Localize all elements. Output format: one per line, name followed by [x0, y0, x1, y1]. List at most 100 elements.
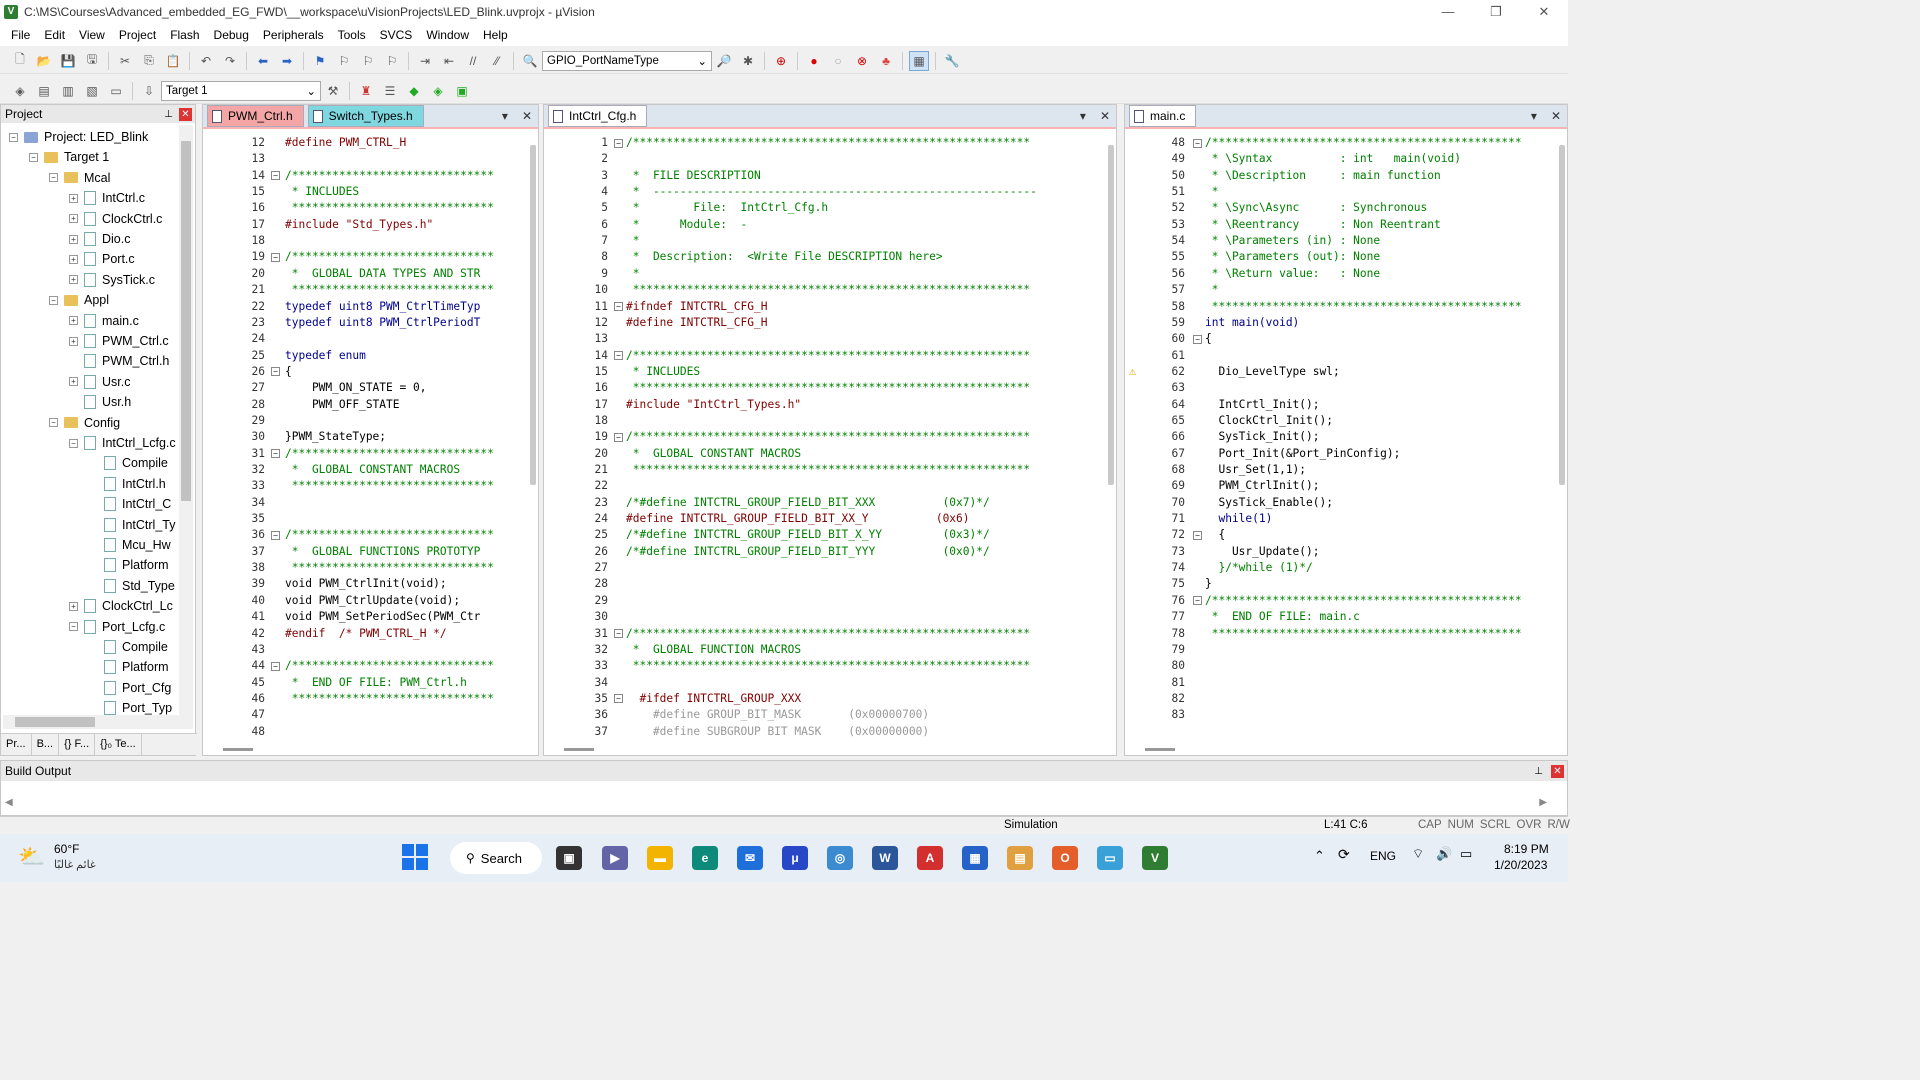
tray-sync-icon[interactable]: ⟳: [1338, 846, 1350, 863]
battery-icon[interactable]: ▭: [1460, 846, 1472, 862]
fold-toggle-icon[interactable]: −: [271, 661, 280, 671]
build-icon[interactable]: ▤: [34, 81, 54, 101]
horizontal-scrollbar[interactable]: [564, 748, 594, 751]
project-panel-tab[interactable]: Pr...: [1, 734, 32, 755]
project-panel-tab[interactable]: {} F...: [59, 734, 96, 755]
translate-icon[interactable]: ◈: [10, 81, 30, 101]
fold-toggle-icon[interactable]: −: [271, 171, 280, 181]
menu-flash[interactable]: Flash: [163, 28, 206, 42]
menu-view[interactable]: View: [72, 28, 112, 42]
tree-item[interactable]: + SysTick.c: [69, 270, 155, 290]
batch-build-icon[interactable]: ▧: [82, 81, 102, 101]
paste-icon[interactable]: 📋: [163, 51, 183, 71]
tree-item[interactable]: Port_Cfg: [89, 678, 171, 698]
tab-list-dropdown-icon[interactable]: ▾: [1080, 109, 1100, 123]
expand-toggle-icon[interactable]: −: [9, 132, 18, 142]
task-view-icon[interactable]: ▣: [556, 846, 582, 870]
cut-icon[interactable]: ✂: [115, 51, 135, 71]
vertical-scrollbar[interactable]: [530, 145, 536, 485]
debug-session-icon[interactable]: ⊕: [771, 51, 791, 71]
tree-item[interactable]: + IntCtrl.c: [69, 188, 145, 208]
tree-item[interactable]: Platform: [89, 555, 169, 575]
menu-debug[interactable]: Debug: [207, 28, 256, 42]
editor-tab[interactable]: Switch_Types.h: [307, 105, 424, 127]
bookmark-next-icon[interactable]: ⚐: [358, 51, 378, 71]
fold-toggle-icon[interactable]: −: [614, 694, 623, 704]
weather-icon[interactable]: ⛅: [18, 844, 45, 870]
tree-item[interactable]: Std_Type: [89, 576, 175, 596]
close-icon[interactable]: ✕: [179, 107, 192, 121]
tree-item[interactable]: Platform: [89, 657, 169, 677]
word-icon[interactable]: W: [872, 846, 898, 870]
undo-icon[interactable]: ↶: [196, 51, 216, 71]
fold-toggle-icon[interactable]: −: [614, 302, 623, 311]
expand-toggle-icon[interactable]: −: [69, 622, 78, 632]
vertical-scrollbar[interactable]: [1108, 145, 1114, 485]
mail-icon[interactable]: ✉: [737, 846, 763, 870]
expand-toggle-icon[interactable]: +: [69, 214, 78, 224]
unindent-icon[interactable]: ⇤: [439, 51, 459, 71]
tree-item[interactable]: Compile: [89, 453, 168, 473]
project-panel-tab[interactable]: B...: [32, 734, 60, 755]
tree-item[interactable]: PWM_Ctrl.h: [69, 351, 169, 371]
fold-toggle-icon[interactable]: −: [271, 252, 280, 262]
fold-toggle-icon[interactable]: −: [614, 629, 623, 638]
language-indicator[interactable]: ENG: [1370, 849, 1396, 863]
tab-list-dropdown-icon[interactable]: ▾: [1531, 109, 1551, 123]
configure-icon[interactable]: 🔧: [942, 51, 962, 71]
editor-tab[interactable]: IntCtrl_Cfg.h: [548, 105, 648, 127]
tree-item[interactable]: + Port.c: [69, 249, 135, 269]
fold-toggle-icon[interactable]: −: [614, 138, 623, 148]
run-time-environment-icon[interactable]: ▣: [452, 81, 472, 101]
code-area[interactable]: 1−/*************************************…: [544, 131, 1100, 737]
fold-toggle-icon[interactable]: −: [1193, 530, 1202, 540]
tree-item[interactable]: Compile: [89, 637, 168, 657]
tree-item[interactable]: + ClockCtrl.c: [69, 209, 162, 229]
type-combo[interactable]: GPIO_PortNameType ⌄: [542, 50, 712, 71]
breakpoint-icon[interactable]: ●: [804, 51, 824, 71]
expand-toggle-icon[interactable]: +: [69, 336, 78, 346]
fold-toggle-icon[interactable]: −: [1193, 334, 1202, 344]
find-icon[interactable]: 🔎: [714, 51, 734, 71]
clock-time[interactable]: 8:19 PM: [1504, 842, 1549, 856]
download-icon[interactable]: ⇩: [139, 81, 159, 101]
file-extensions-icon[interactable]: ☰: [380, 81, 400, 101]
tree-item[interactable]: + Dio.c: [69, 229, 130, 249]
tree-item[interactable]: − Target 1: [29, 147, 109, 167]
editor-tab[interactable]: PWM_Ctrl.h: [207, 105, 304, 127]
tree-item[interactable]: IntCtrl_C: [89, 494, 171, 514]
minimize-button[interactable]: —: [1424, 0, 1472, 24]
teams-icon[interactable]: ▶: [602, 846, 628, 870]
find-in-files-icon[interactable]: 🔍: [520, 51, 540, 71]
window-layout-icon[interactable]: ▦: [909, 50, 929, 71]
scroll-right-icon[interactable]: ▶: [1539, 797, 1547, 808]
windows-start-icon[interactable]: [402, 844, 428, 870]
tree-item[interactable]: Mcu_Hw: [89, 535, 171, 555]
rebuild-icon[interactable]: ▥: [58, 81, 78, 101]
expand-toggle-icon[interactable]: +: [69, 254, 78, 264]
office-icon[interactable]: O: [1052, 846, 1078, 870]
target-options-icon[interactable]: ⚒: [323, 81, 343, 101]
acrobat-icon[interactable]: A: [917, 846, 943, 870]
menu-edit[interactable]: Edit: [37, 28, 72, 42]
fold-toggle-icon[interactable]: −: [271, 530, 280, 540]
new-file-icon[interactable]: 🗋: [10, 51, 30, 71]
vertical-scrollbar[interactable]: [1559, 145, 1565, 485]
scroll-left-icon[interactable]: ◀: [5, 797, 13, 808]
maximize-button[interactable]: ❐: [1472, 0, 1520, 24]
tree-item[interactable]: + Usr.c: [69, 372, 130, 392]
close-tab-icon[interactable]: ✕: [522, 109, 532, 123]
menu-file[interactable]: File: [4, 28, 37, 42]
expand-toggle-icon[interactable]: −: [49, 295, 58, 305]
save-all-icon[interactable]: 🖫: [82, 51, 102, 71]
fold-toggle-icon[interactable]: −: [614, 351, 623, 361]
expand-toggle-icon[interactable]: +: [69, 316, 78, 326]
target-combo[interactable]: Target 1 ⌄: [161, 80, 321, 101]
uvision-taskbar-icon[interactable]: μ: [782, 846, 808, 870]
tree-item[interactable]: − Appl: [49, 290, 109, 310]
close-icon[interactable]: ✕: [1551, 764, 1564, 778]
tree-item[interactable]: Usr.h: [69, 392, 131, 412]
editor-tab[interactable]: main.c: [1129, 105, 1197, 127]
fold-toggle-icon[interactable]: −: [271, 449, 280, 459]
indent-icon[interactable]: ⇥: [415, 51, 435, 71]
